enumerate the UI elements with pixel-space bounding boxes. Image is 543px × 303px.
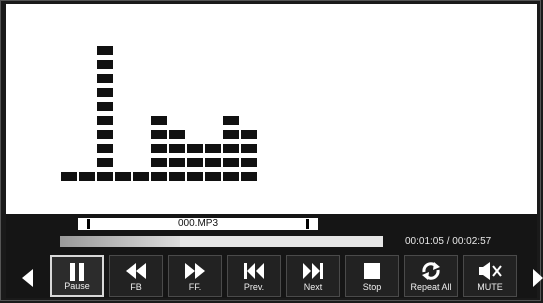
equalizer-segment xyxy=(97,46,113,55)
equalizer-segment xyxy=(223,144,239,153)
fb-button[interactable]: FB xyxy=(109,255,163,297)
next-track-icon xyxy=(287,260,339,282)
equalizer-segment xyxy=(97,144,113,153)
stop-button[interactable]: Stop xyxy=(345,255,399,297)
equalizer-segment xyxy=(169,144,185,153)
fast-forward-icon xyxy=(169,260,221,282)
equalizer-segment xyxy=(169,158,185,167)
equalizer-segment xyxy=(223,158,239,167)
equalizer-segment xyxy=(241,130,257,139)
prev-button[interactable]: Prev. xyxy=(227,255,281,297)
equalizer-segment xyxy=(151,172,167,181)
equalizer-segment xyxy=(151,116,167,125)
equalizer-segment xyxy=(241,158,257,167)
equalizer-segment xyxy=(97,172,113,181)
equalizer-segment xyxy=(133,172,149,181)
equalizer-segment xyxy=(205,158,221,167)
previous-track-icon xyxy=(228,260,280,282)
time-readout: 00:01:05 / 00:02:57 xyxy=(405,236,491,248)
equalizer-segment xyxy=(223,130,239,139)
ff-button[interactable]: FF. xyxy=(168,255,222,297)
equalizer-segment xyxy=(187,144,203,153)
filename-right-cap xyxy=(306,219,309,229)
equalizer-segment xyxy=(97,74,113,83)
equalizer-segment xyxy=(169,172,185,181)
pause-button[interactable]: Pause xyxy=(50,255,104,297)
equalizer-segment xyxy=(97,60,113,69)
pause-icon xyxy=(52,261,102,283)
equalizer-segment xyxy=(223,116,239,125)
ff-label: FF. xyxy=(188,282,202,292)
fb-label: FB xyxy=(130,282,142,292)
repeat-icon xyxy=(405,260,457,282)
right-arrow-icon[interactable] xyxy=(533,269,543,287)
equalizer-segment xyxy=(151,130,167,139)
pause-label: Pause xyxy=(64,281,90,291)
visualizer-panel xyxy=(6,4,537,214)
equalizer-segment xyxy=(97,158,113,167)
equalizer-segment xyxy=(97,130,113,139)
rewind-icon xyxy=(110,260,162,282)
equalizer-segment xyxy=(205,144,221,153)
equalizer-segment xyxy=(61,172,77,181)
progress-bar[interactable] xyxy=(60,236,383,247)
repeat-all-button[interactable]: Repeat All xyxy=(404,255,458,297)
total-time: 00:02:57 xyxy=(452,236,492,247)
equalizer-segment xyxy=(223,172,239,181)
equalizer-segment xyxy=(241,172,257,181)
progress-fill xyxy=(60,236,180,247)
mute-icon xyxy=(464,260,516,282)
equalizer-segment xyxy=(187,172,203,181)
repeat-all-label: Repeat All xyxy=(410,282,452,292)
stop-label: Stop xyxy=(362,282,382,292)
prev-label: Prev. xyxy=(243,282,265,292)
mute-button[interactable]: MUTE xyxy=(463,255,517,297)
equalizer-segment xyxy=(151,144,167,153)
equalizer-segment xyxy=(169,130,185,139)
equalizer-segment xyxy=(187,158,203,167)
equalizer-segment xyxy=(97,102,113,111)
left-arrow-icon[interactable] xyxy=(22,269,33,287)
equalizer-segment xyxy=(97,88,113,97)
stop-icon xyxy=(346,260,398,282)
next-label: Next xyxy=(303,282,323,292)
equalizer-segment xyxy=(79,172,95,181)
equalizer-segment xyxy=(241,144,257,153)
filename-box: 000.MP3 xyxy=(78,218,318,230)
filename-label: 000.MP3 xyxy=(177,218,219,229)
equalizer-segment xyxy=(205,172,221,181)
equalizer-segment xyxy=(151,158,167,167)
equalizer-segment xyxy=(115,172,131,181)
elapsed-time: 00:01:05 xyxy=(405,236,444,247)
mute-label: MUTE xyxy=(477,282,503,292)
next-button[interactable]: Next xyxy=(286,255,340,297)
equalizer-segment xyxy=(97,116,113,125)
